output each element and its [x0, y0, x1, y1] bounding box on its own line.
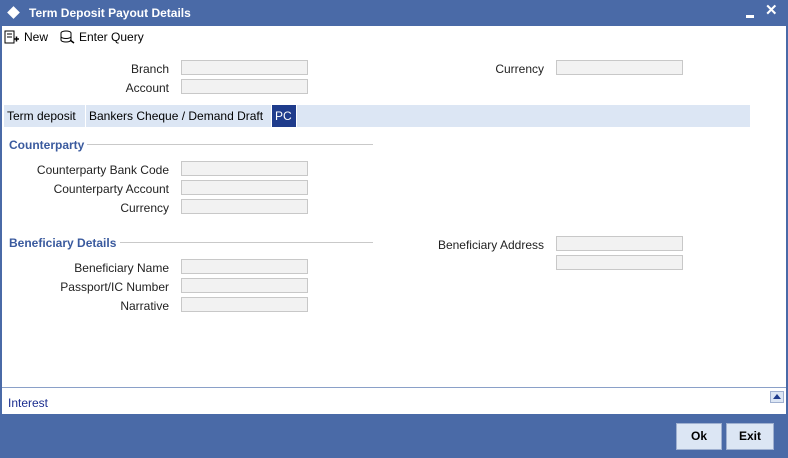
footer: Ok Exit: [0, 414, 788, 458]
title-bar: Term Deposit Payout Details ✕: [0, 0, 788, 26]
beneficiary-divider: [120, 242, 373, 243]
beneficiary-section-title: Beneficiary Details: [9, 236, 117, 250]
passport-ic-number-label: Passport/IC Number: [60, 280, 169, 294]
term-deposit-payout-window: Term Deposit Payout Details ✕ New Enter …: [0, 0, 788, 458]
enter-query-label: Enter Query: [79, 30, 144, 44]
new-label: New: [24, 30, 49, 44]
counterparty-section-title: Counterparty: [9, 138, 85, 152]
counterparty-bank-code-label: Counterparty Bank Code: [36, 163, 169, 177]
beneficiary-name-label: Beneficiary Name: [74, 261, 169, 275]
tab-pc[interactable]: PC: [272, 105, 297, 127]
beneficiary-address-label: Beneficiary Address: [437, 238, 544, 252]
counterparty-currency-label: Currency: [120, 201, 169, 215]
form-body: New Enter Query Branch Account Currency …: [2, 26, 786, 387]
currency-label: Currency: [495, 62, 544, 76]
window-diamond-icon: [7, 6, 20, 19]
account-label: Account: [125, 81, 169, 95]
branch-label: Branch: [130, 62, 169, 76]
tab-bankers-cheque-demand-draft[interactable]: Bankers Cheque / Demand Draft: [86, 105, 272, 127]
counterparty-account-field[interactable]: [181, 180, 308, 195]
counterparty-bank-code-field[interactable]: [181, 161, 308, 176]
tab-term-deposit[interactable]: Term deposit: [4, 105, 86, 127]
minimize-icon[interactable]: [744, 4, 758, 20]
passport-ic-number-field[interactable]: [181, 278, 308, 293]
counterparty-divider: [87, 144, 373, 145]
interest-link[interactable]: Interest: [8, 396, 48, 410]
beneficiary-address-line2-field[interactable]: [556, 255, 683, 270]
branch-field[interactable]: [181, 60, 308, 75]
account-field[interactable]: [181, 79, 308, 94]
enter-query-icon: [60, 30, 75, 44]
interest-bar: Interest: [2, 387, 786, 415]
new-icon: [4, 30, 19, 44]
counterparty-currency-field[interactable]: [181, 199, 308, 214]
toolbar: New Enter Query: [2, 26, 786, 48]
close-icon[interactable]: ✕: [765, 3, 778, 19]
beneficiary-name-field[interactable]: [181, 259, 308, 274]
counterparty-account-label: Counterparty Account: [53, 182, 169, 196]
window-title: Term Deposit Payout Details: [29, 6, 191, 20]
beneficiary-address-line1-field[interactable]: [556, 236, 683, 251]
tab-bar: Term deposit Bankers Cheque / Demand Dra…: [4, 105, 750, 127]
exit-button[interactable]: Exit: [726, 423, 774, 450]
ok-button[interactable]: Ok: [676, 423, 722, 450]
new-button[interactable]: New: [4, 28, 48, 46]
narrative-label: Narrative: [120, 299, 169, 313]
narrative-field[interactable]: [181, 297, 308, 312]
scroll-up-icon[interactable]: [770, 391, 784, 403]
currency-field[interactable]: [556, 60, 683, 75]
enter-query-button[interactable]: Enter Query: [59, 28, 144, 46]
